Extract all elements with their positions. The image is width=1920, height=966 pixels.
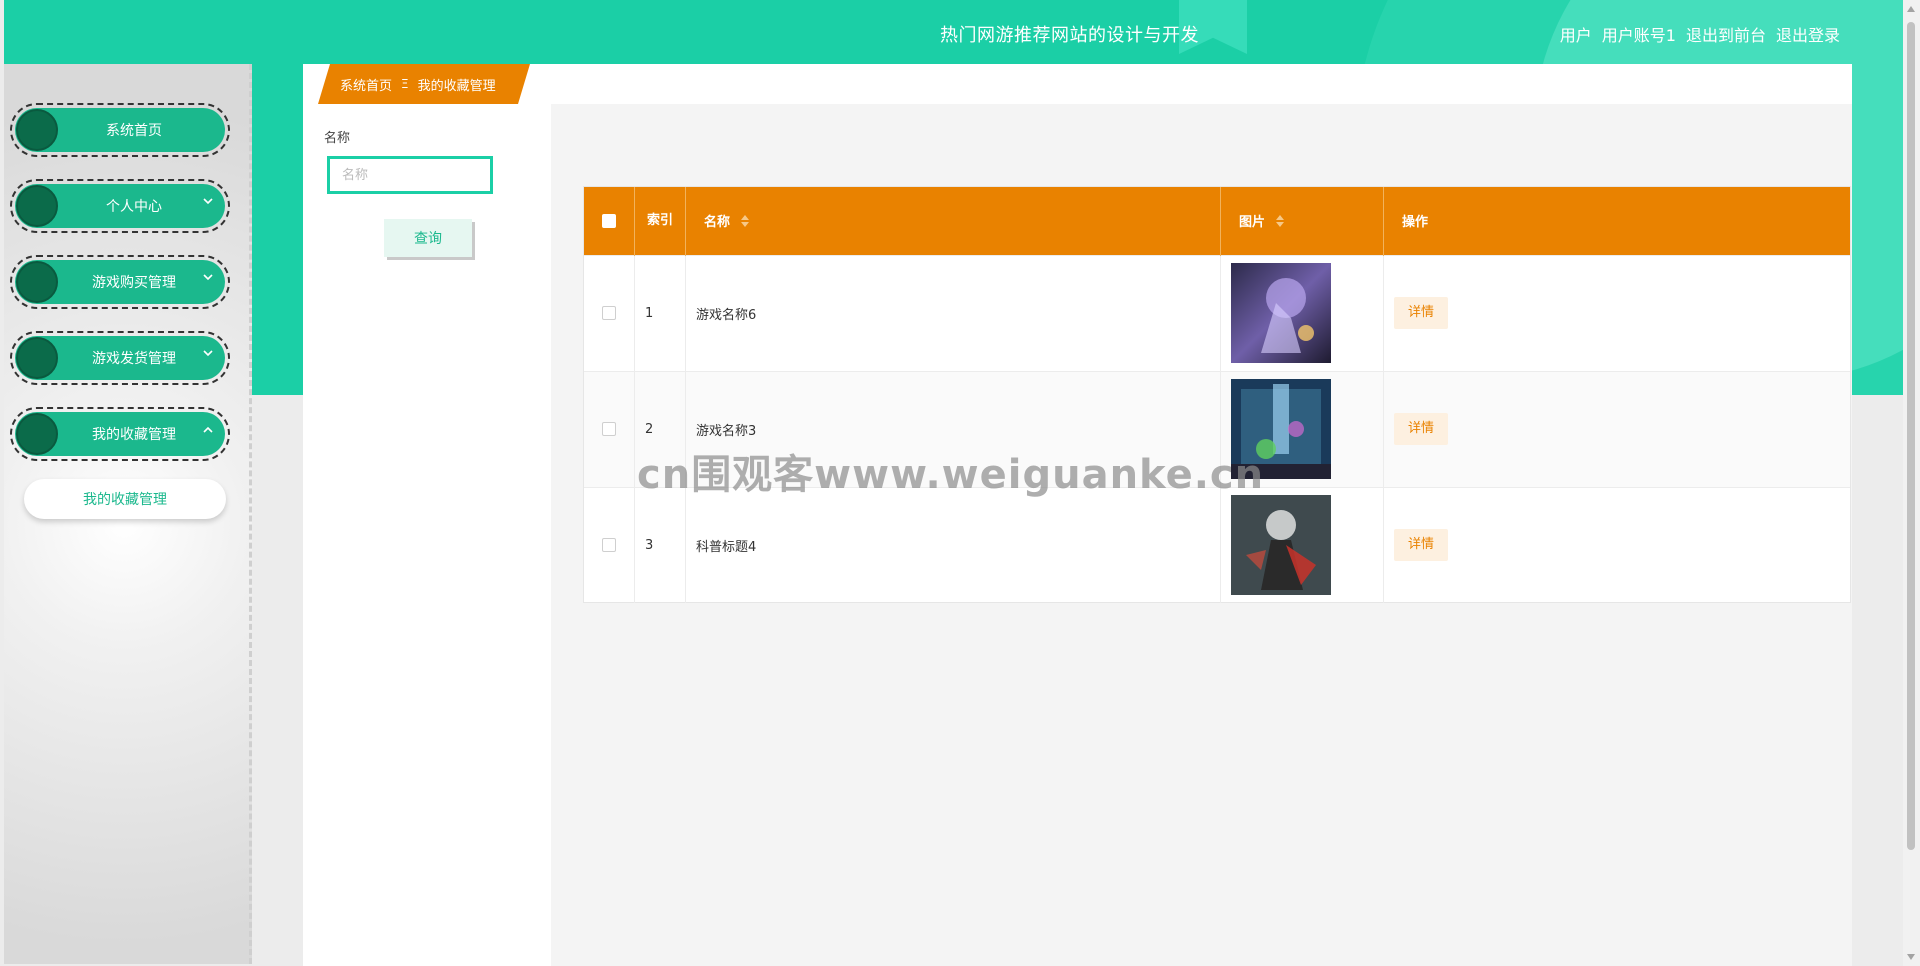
game-thumbnail bbox=[1231, 263, 1331, 363]
sidebar-item-game-purchase[interactable]: 游戏购买管理 bbox=[10, 255, 230, 309]
chevron-down-icon bbox=[203, 274, 213, 283]
scroll-up-icon[interactable] bbox=[1907, 6, 1915, 12]
sort-icon[interactable] bbox=[740, 214, 749, 231]
table-row: 1 游戏名称6 详情 bbox=[584, 255, 1850, 371]
search-label: 名称 bbox=[324, 131, 351, 146]
menu-dot-icon bbox=[16, 413, 58, 455]
app-title: 热门网游推荐网站的设计与开发 bbox=[940, 25, 1199, 46]
watermark: cn围观客www.weiguanke.cn bbox=[637, 452, 1265, 498]
user-role: 用户 bbox=[1559, 26, 1592, 45]
breadcrumb-bar bbox=[303, 64, 1852, 104]
row-checkbox[interactable] bbox=[602, 538, 616, 553]
row-actions-cell: 详情 bbox=[1384, 487, 1851, 603]
menu-dot-icon bbox=[16, 337, 58, 379]
breadcrumb-current: 我的收藏管理 bbox=[417, 78, 496, 94]
row-checkbox-cell bbox=[584, 487, 635, 603]
sidebar-item-home[interactable]: 系统首页 bbox=[10, 103, 230, 157]
user-account: 用户账号1 bbox=[1601, 26, 1676, 45]
row-name: 科普标题4 bbox=[685, 487, 1221, 603]
sidebar-item-personal-center[interactable]: 个人中心 bbox=[10, 179, 230, 233]
sort-icon[interactable] bbox=[1275, 214, 1284, 231]
favorites-table: 索引 名称 图片 操作 1 游戏名称6 详情 2 游戏名称3 详情 3 科普标题… bbox=[583, 186, 1851, 603]
row-image-cell bbox=[1220, 255, 1384, 371]
row-checkbox[interactable] bbox=[602, 306, 616, 320]
header-user-links: 用户 用户账号1 退出到前台 退出登录 bbox=[1560, 22, 1840, 46]
back-to-front-link[interactable]: 退出到前台 bbox=[1686, 22, 1766, 46]
detail-button[interactable]: 详情 bbox=[1394, 413, 1449, 445]
sidebar-item-label: 游戏发货管理 bbox=[92, 351, 176, 367]
row-index: 1 bbox=[634, 255, 686, 371]
row-actions-cell: 详情 bbox=[1384, 255, 1851, 371]
menu-dot-icon bbox=[16, 261, 58, 303]
row-name: 游戏名称6 bbox=[685, 255, 1221, 371]
row-checkbox-cell bbox=[584, 255, 635, 371]
breadcrumb: 系统首页 Ξ 我的收藏管理 bbox=[318, 64, 530, 104]
chevron-down-icon bbox=[203, 350, 213, 359]
column-header-image[interactable]: 图片 bbox=[1220, 187, 1384, 255]
row-checkbox[interactable] bbox=[602, 422, 616, 436]
column-label: 名称 bbox=[704, 215, 731, 230]
row-checkbox-cell bbox=[584, 371, 635, 487]
column-header-name[interactable]: 名称 bbox=[685, 187, 1221, 255]
query-button[interactable]: 查询 bbox=[384, 219, 472, 257]
row-actions-cell: 详情 bbox=[1384, 371, 1851, 487]
column-label: 图片 bbox=[1239, 215, 1266, 230]
sidebar-item-label: 我的收藏管理 bbox=[92, 427, 176, 443]
menu-dot-icon bbox=[16, 185, 58, 227]
row-image-cell bbox=[1220, 487, 1384, 603]
scroll-down-icon[interactable] bbox=[1907, 954, 1915, 960]
sidebar-item-game-shipping[interactable]: 游戏发货管理 bbox=[10, 331, 230, 385]
breadcrumb-separator-icon: Ξ bbox=[401, 77, 409, 91]
select-all-checkbox[interactable] bbox=[602, 213, 616, 228]
sidebar-item-label: 个人中心 bbox=[106, 199, 162, 215]
column-header-actions: 操作 bbox=[1402, 215, 1429, 231]
table-row: 3 科普标题4 详情 bbox=[584, 487, 1850, 603]
logout-link[interactable]: 退出登录 bbox=[1776, 22, 1840, 46]
sidebar-item-my-favorites[interactable]: 我的收藏管理 bbox=[10, 407, 230, 461]
row-index: 3 bbox=[634, 487, 686, 603]
header-checkbox-cell bbox=[584, 187, 635, 255]
sidebar-item-label: 系统首页 bbox=[106, 123, 162, 139]
submenu-item-my-favorites[interactable]: 我的收藏管理 bbox=[24, 479, 226, 519]
column-header-index: 索引 bbox=[634, 187, 686, 255]
scrollbar-thumb[interactable] bbox=[1907, 22, 1915, 850]
detail-button[interactable]: 详情 bbox=[1394, 529, 1449, 562]
chevron-down-icon bbox=[203, 198, 213, 207]
page-scrollbar[interactable] bbox=[1903, 0, 1920, 966]
name-search-input[interactable] bbox=[327, 156, 493, 194]
sidebar-item-label: 游戏购买管理 bbox=[92, 275, 176, 291]
chevron-up-icon bbox=[203, 426, 213, 435]
detail-button[interactable]: 详情 bbox=[1394, 297, 1449, 329]
game-thumbnail bbox=[1231, 495, 1331, 596]
table-header-row: 索引 名称 图片 操作 bbox=[584, 187, 1850, 255]
breadcrumb-home[interactable]: 系统首页 bbox=[340, 75, 392, 94]
menu-dot-icon bbox=[16, 109, 58, 151]
